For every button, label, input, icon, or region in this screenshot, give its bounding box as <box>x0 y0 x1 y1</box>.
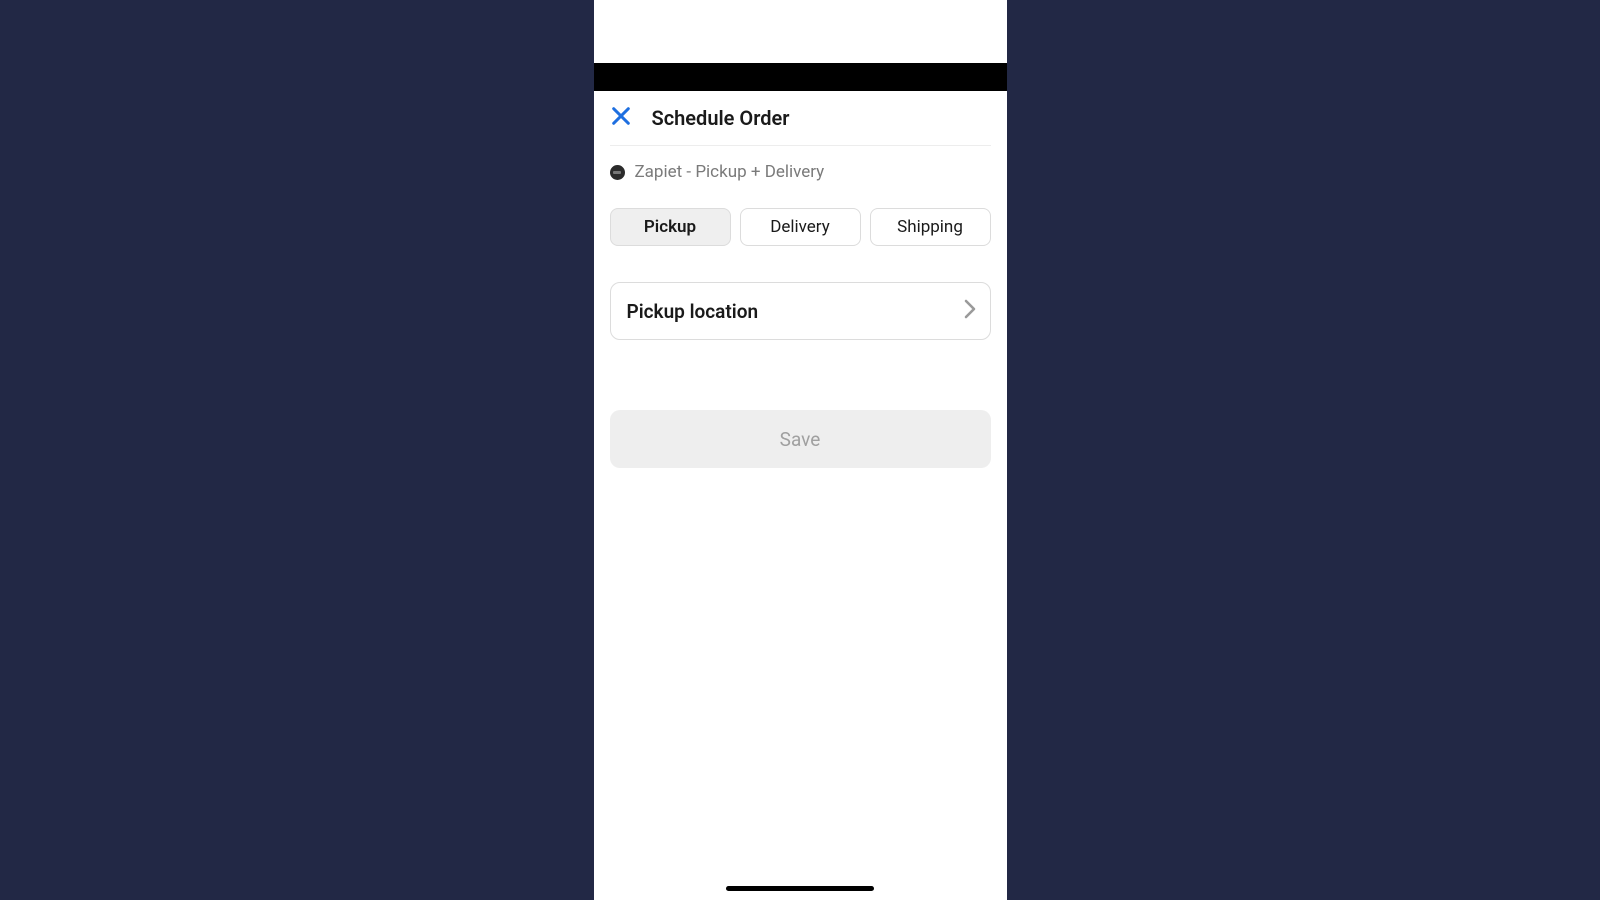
sheet: Schedule Order Zapiet - Pickup + Deliver… <box>594 91 1007 900</box>
app-row: Zapiet - Pickup + Delivery <box>594 146 1007 190</box>
black-bar <box>594 63 1007 91</box>
app-name: Zapiet - Pickup + Delivery <box>635 162 825 182</box>
pickup-location-row[interactable]: Pickup location <box>610 282 991 340</box>
app-icon <box>610 165 625 180</box>
tab-shipping[interactable]: Shipping <box>870 208 991 246</box>
close-icon <box>610 105 632 131</box>
close-button[interactable] <box>608 105 634 131</box>
chevron-right-icon <box>964 299 976 323</box>
save-button[interactable]: Save <box>610 410 991 468</box>
tabs: Pickup Delivery Shipping <box>594 190 1007 254</box>
pickup-location-label: Pickup location <box>627 300 759 323</box>
tab-delivery[interactable]: Delivery <box>740 208 861 246</box>
home-indicator[interactable] <box>726 886 874 891</box>
device-frame: Schedule Order Zapiet - Pickup + Deliver… <box>594 0 1007 900</box>
tab-pickup[interactable]: Pickup <box>610 208 731 246</box>
header: Schedule Order <box>594 91 1007 145</box>
page-title: Schedule Order <box>652 106 790 130</box>
top-spacer <box>594 0 1007 63</box>
